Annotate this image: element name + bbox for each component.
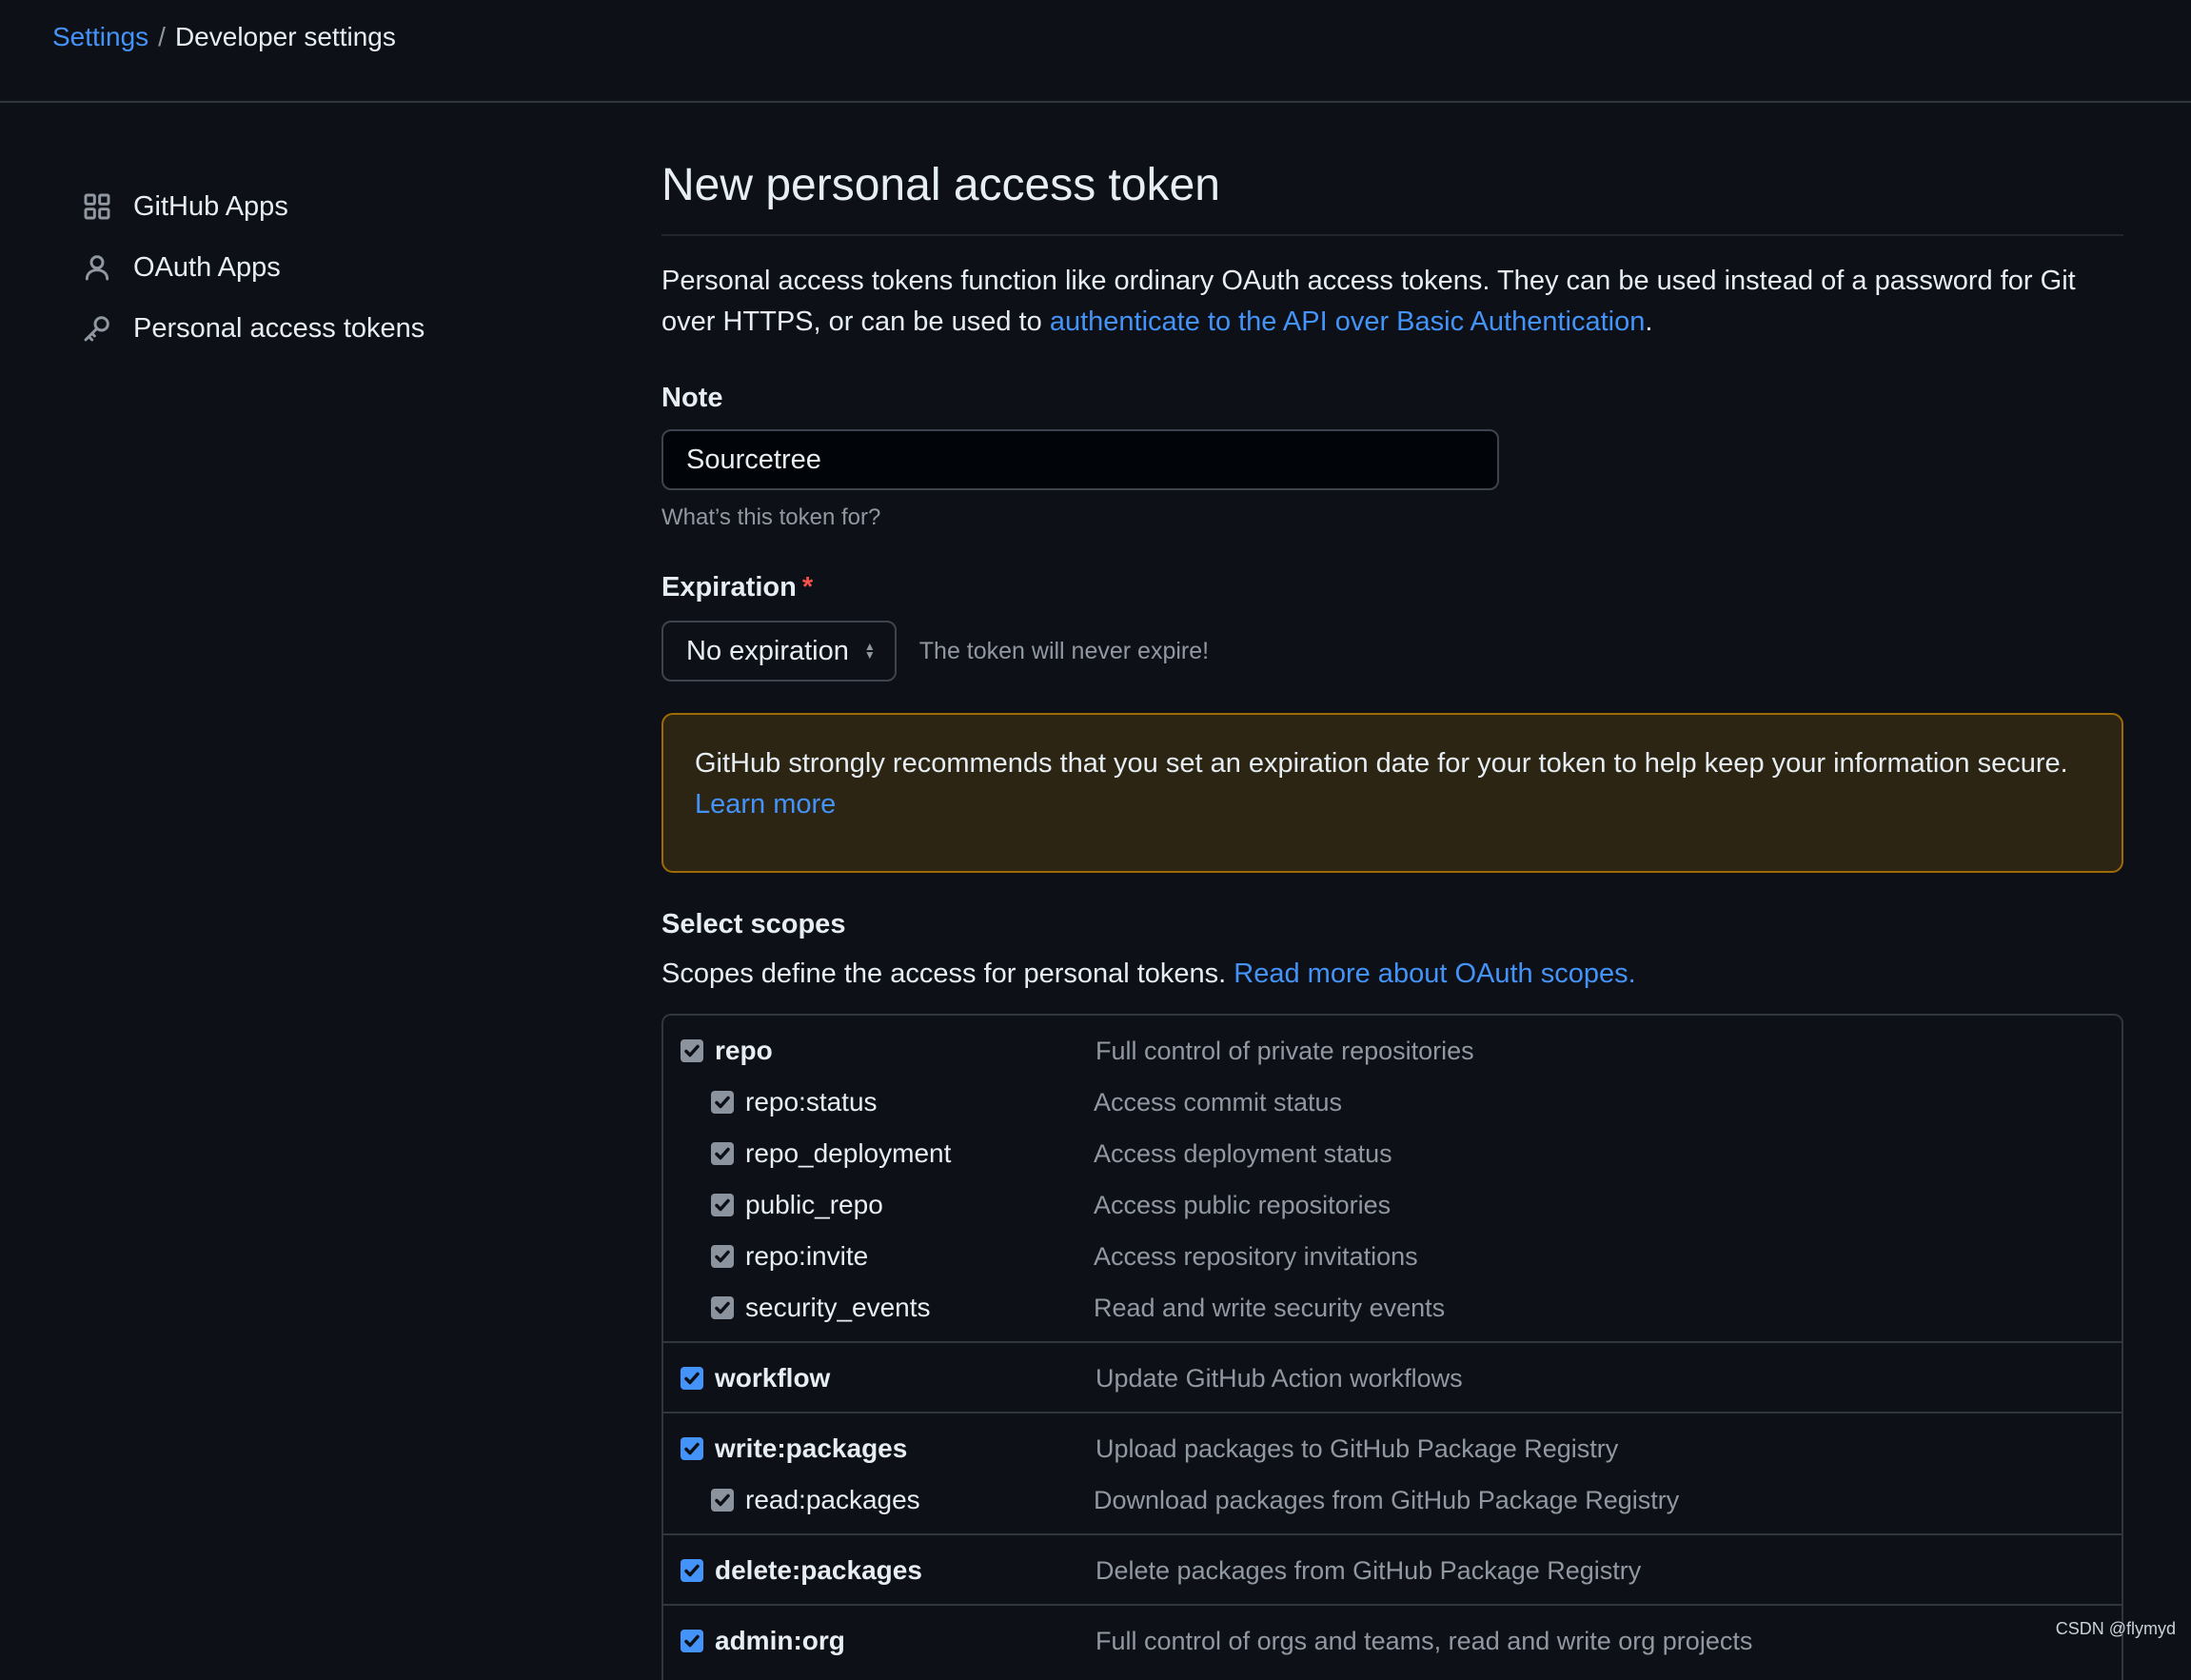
- checkbox-write-packages[interactable]: [681, 1437, 703, 1460]
- scope-row: repo:invite Access repository invitation…: [663, 1231, 2122, 1282]
- sidebar: GitHub Apps OAuth Apps Personal access t…: [81, 176, 576, 359]
- main-content: New personal access token Personal acces…: [661, 152, 2123, 1680]
- scope-group-write-packages: write:packages Upload packages to GitHub…: [663, 1413, 2122, 1535]
- scope-row: public_repo Access public repositories: [663, 1179, 2122, 1231]
- scope-name: repo:invite: [745, 1241, 869, 1271]
- scope-name: public_repo: [745, 1190, 883, 1219]
- scope-desc: Upload packages to GitHub Package Regist…: [1096, 1433, 1619, 1463]
- sidebar-item-label: Personal access tokens: [133, 312, 425, 344]
- scope-desc: Access repository invitations: [1094, 1241, 1418, 1271]
- scope-name: repo:status: [745, 1087, 878, 1117]
- scope-group-workflow: workflow Update GitHub Action workflows: [663, 1343, 2122, 1413]
- header: Settings / Developer settings: [0, 0, 2191, 103]
- scope-row: repo:status Access commit status: [663, 1077, 2122, 1128]
- person-icon: [81, 251, 113, 284]
- note-hint: What’s this token for?: [661, 504, 881, 530]
- scope-name: delete:packages: [715, 1555, 922, 1585]
- scope-row: read:packages Download packages from Git…: [663, 1474, 2122, 1526]
- scope-group-delete-packages: delete:packages Delete packages from Git…: [663, 1535, 2122, 1606]
- required-mark: *: [801, 572, 814, 603]
- checkbox-read-packages[interactable]: [711, 1489, 734, 1512]
- scopes-title: Select scopes: [661, 909, 846, 939]
- scope-name: repo_deployment: [745, 1138, 952, 1168]
- checkbox-repo-deployment[interactable]: [711, 1142, 734, 1165]
- basic-auth-link[interactable]: authenticate to the API over Basic Authe…: [1050, 306, 1646, 337]
- oauth-scopes-link[interactable]: Read more about OAuth scopes.: [1234, 959, 1635, 989]
- scope-desc: Download packages from GitHub Package Re…: [1094, 1485, 1680, 1514]
- scope-row: write:packages Upload packages to GitHub…: [663, 1423, 2122, 1474]
- scope-row: workflow Update GitHub Action workflows: [663, 1353, 2122, 1404]
- checkbox-workflow[interactable]: [681, 1367, 703, 1390]
- scope-group-repo: repo Full control of private repositorie…: [663, 1016, 2122, 1343]
- scopes-list: repo Full control of private repositorie…: [661, 1014, 2123, 1680]
- scope-desc: Update GitHub Action workflows: [1096, 1363, 1463, 1393]
- scope-desc: Access public repositories: [1094, 1190, 1392, 1219]
- scope-desc: Full control of orgs and teams, read and…: [1096, 1626, 1753, 1655]
- scope-desc: Full control of private repositories: [1096, 1036, 1474, 1065]
- scope-row: security_events Read and write security …: [663, 1282, 2122, 1334]
- scope-row: repo Full control of private repositorie…: [663, 1025, 2122, 1077]
- scope-name: read:packages: [745, 1485, 920, 1514]
- scope-group-admin-org: admin:org Full control of orgs and teams…: [663, 1606, 2122, 1674]
- select-caret-icon: ▲ ▼: [863, 640, 876, 662]
- watermark: CSDN @flymyd: [2055, 1619, 2176, 1638]
- breadcrumb-current: Developer settings: [174, 22, 396, 51]
- sidebar-item-github-apps[interactable]: GitHub Apps: [81, 176, 576, 237]
- expiration-row: No expiration ▲ ▼ The token will never ex…: [661, 621, 2123, 682]
- sidebar-item-label: GitHub Apps: [133, 190, 288, 222]
- scope-name: repo: [715, 1036, 773, 1065]
- intro-end: .: [1645, 306, 1653, 337]
- expiration-label-text: Expiration: [661, 572, 797, 603]
- warning-text: GitHub strongly recommends that you set …: [695, 748, 2068, 779]
- checkbox-admin-org[interactable]: [681, 1630, 703, 1652]
- scopes-desc-text: Scopes define the access for personal to…: [661, 959, 1234, 989]
- key-icon: [81, 312, 113, 345]
- intro-text: Personal access tokens function like ord…: [661, 261, 2123, 343]
- scope-desc: Access commit status: [1094, 1087, 1343, 1117]
- breadcrumb-separator: /: [158, 22, 166, 51]
- scope-name: write:packages: [715, 1433, 908, 1463]
- scope-row: delete:packages Delete packages from Git…: [663, 1545, 2122, 1596]
- scope-desc: Delete packages from GitHub Package Regi…: [1096, 1555, 1642, 1585]
- checkbox-security-events[interactable]: [711, 1296, 734, 1319]
- scope-row: repo_deployment Access deployment status: [663, 1128, 2122, 1179]
- expiration-note: The token will never expire!: [918, 637, 1210, 664]
- breadcrumb: Settings / Developer settings: [52, 21, 396, 53]
- sidebar-item-personal-access-tokens[interactable]: Personal access tokens: [81, 298, 576, 359]
- checkbox-delete-packages[interactable]: [681, 1559, 703, 1582]
- sidebar-item-oauth-apps[interactable]: OAuth Apps: [81, 237, 576, 298]
- expiration-selected-value: No expiration: [686, 635, 849, 666]
- sidebar-item-label: OAuth Apps: [133, 251, 281, 283]
- page-title: New personal access token: [661, 152, 2123, 236]
- learn-more-link[interactable]: Learn more: [695, 789, 836, 820]
- scope-name: admin:org: [715, 1626, 845, 1655]
- expiration-label: Expiration *: [661, 570, 2123, 604]
- checkbox-repo[interactable]: [681, 1039, 703, 1062]
- scope-name: security_events: [745, 1293, 931, 1322]
- expiration-warning: GitHub strongly recommends that you set …: [661, 713, 2123, 873]
- scope-row: admin:org Full control of orgs and teams…: [663, 1615, 2122, 1667]
- checkbox-repo-invite[interactable]: [711, 1245, 734, 1268]
- scope-desc: Read and write security events: [1094, 1293, 1446, 1322]
- expiration-select[interactable]: No expiration ▲ ▼: [661, 621, 897, 682]
- scope-name: workflow: [715, 1363, 831, 1393]
- scope-desc: Access deployment status: [1094, 1138, 1392, 1168]
- apps-icon: [81, 190, 113, 223]
- scopes-description: Scopes define the access for personal to…: [661, 957, 2123, 991]
- breadcrumb-settings-link[interactable]: Settings: [52, 22, 148, 51]
- note-input[interactable]: [661, 429, 1499, 490]
- checkbox-public-repo[interactable]: [711, 1194, 734, 1216]
- note-label: Note: [661, 383, 723, 413]
- checkbox-repo-status[interactable]: [711, 1091, 734, 1114]
